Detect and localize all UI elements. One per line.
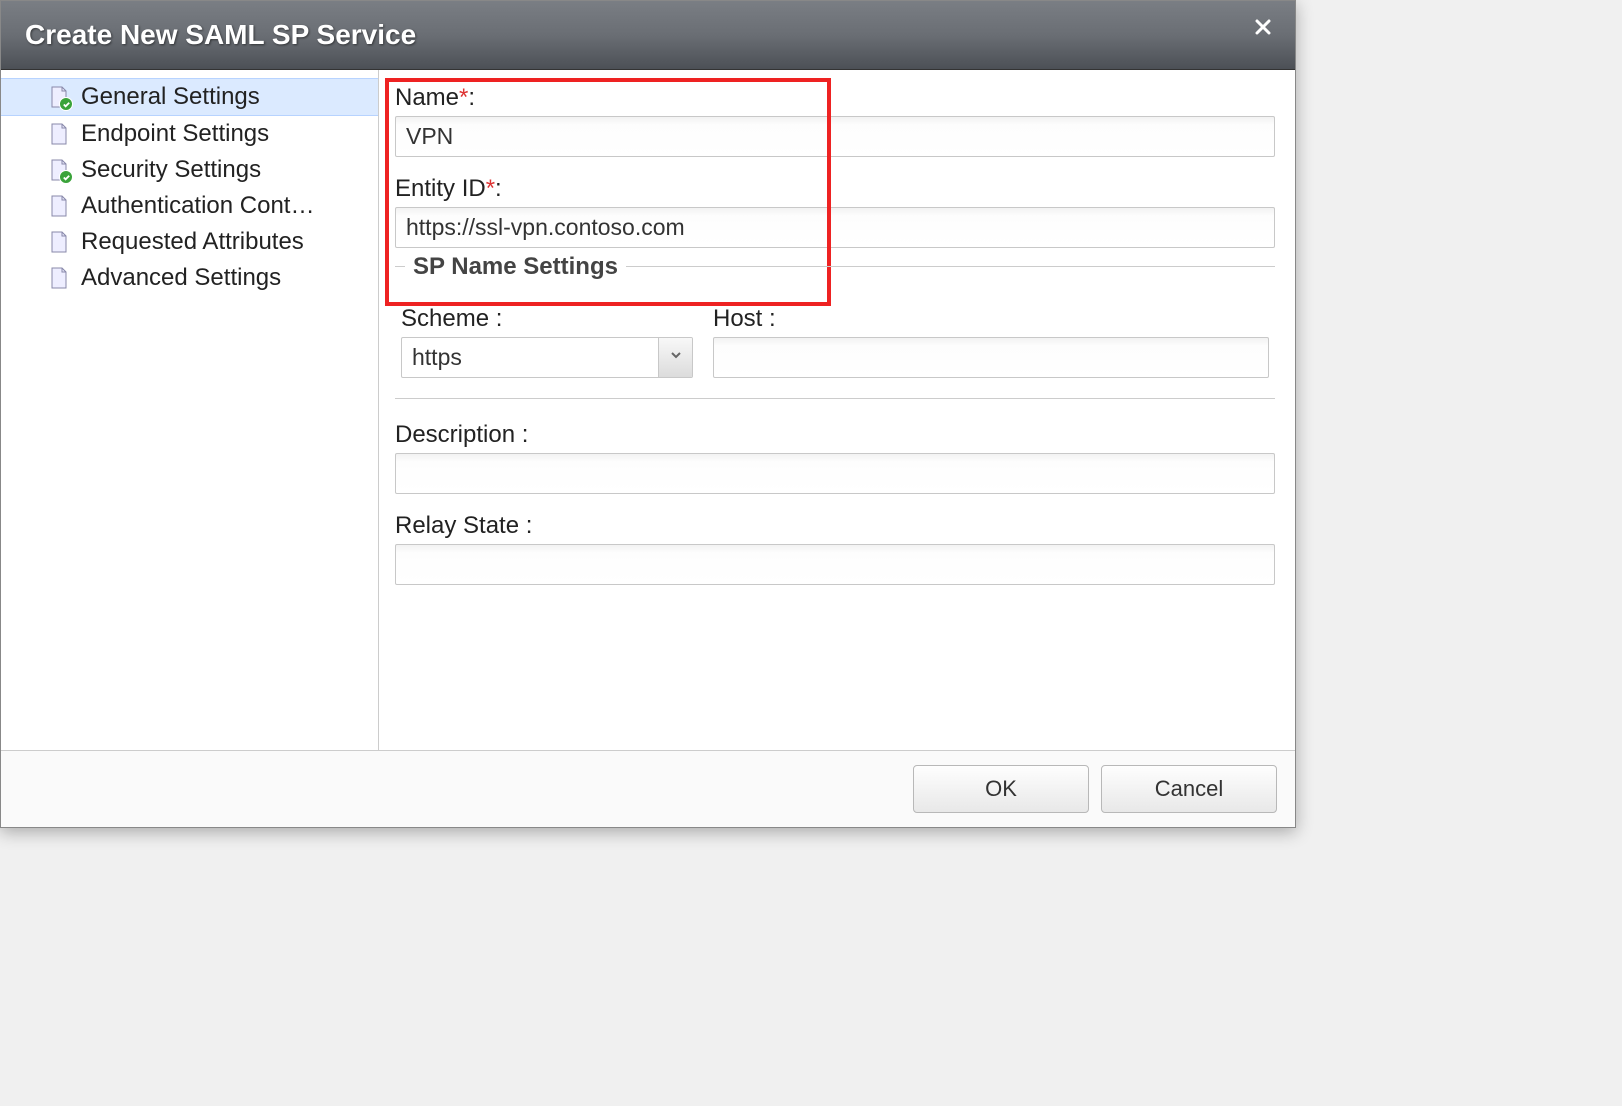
form-row-entity-id: Entity ID*: [395,175,1275,248]
entity-id-input[interactable] [395,207,1275,248]
sp-name-settings-fieldset: SP Name Settings Scheme : https [395,266,1275,399]
check-badge-icon [59,97,73,111]
label-text: Entity ID [395,175,486,202]
document-icon [47,266,71,290]
sidebar-item-authentication-context[interactable]: Authentication Cont… [1,188,378,224]
required-marker: * [486,175,495,202]
document-icon [47,85,71,109]
sidebar-item-label: Endpoint Settings [81,120,269,148]
dialog: Create New SAML SP Service General Setti… [0,0,1296,828]
form-row-description: Description : [395,421,1275,494]
document-icon [47,230,71,254]
relay-state-input[interactable] [395,544,1275,585]
dialog-title: Create New SAML SP Service [25,19,416,50]
dialog-header: Create New SAML SP Service [1,1,1295,70]
document-icon [47,194,71,218]
sidebar-item-label: Security Settings [81,156,261,184]
colon: : [495,175,502,202]
description-label: Description : [395,421,1275,449]
sidebar-item-label: Authentication Cont… [81,192,314,220]
sidebar-item-label: General Settings [81,83,260,111]
scheme-dropdown-button[interactable] [658,338,692,377]
sidebar-item-requested-attributes[interactable]: Requested Attributes [1,224,378,260]
ok-button[interactable]: OK [913,765,1089,813]
close-button[interactable] [1249,15,1277,43]
relay-state-label: Relay State : [395,512,1275,540]
label-text: Name [395,84,459,111]
description-input[interactable] [395,453,1275,494]
name-label: Name*: [395,84,1275,112]
scheme-label: Scheme : [401,305,693,333]
dialog-body: General Settings Endpoint Settings Secur… [1,70,1295,750]
form-row-relay-state: Relay State : [395,512,1275,585]
check-badge-icon [59,170,73,184]
host-column: Host : [713,305,1269,378]
sidebar-item-label: Advanced Settings [81,264,281,292]
sidebar-item-advanced-settings[interactable]: Advanced Settings [1,260,378,296]
main-panel: Name*: Entity ID*: SP Name Settings Sche… [379,70,1295,750]
scheme-value: https [402,338,658,377]
name-input[interactable] [395,116,1275,157]
required-marker: * [459,84,468,111]
sidebar-item-label: Requested Attributes [81,228,304,256]
sidebar-item-security-settings[interactable]: Security Settings [1,152,378,188]
fieldset-legend: SP Name Settings [405,253,626,281]
document-icon [47,158,71,182]
colon: : [468,84,475,111]
close-icon [1253,17,1273,42]
sidebar: General Settings Endpoint Settings Secur… [1,70,379,750]
document-icon [47,122,71,146]
sidebar-item-endpoint-settings[interactable]: Endpoint Settings [1,116,378,152]
form-row-name: Name*: [395,84,1275,157]
entity-id-label: Entity ID*: [395,175,1275,203]
sidebar-item-general-settings[interactable]: General Settings [1,78,378,116]
scheme-select[interactable]: https [401,337,693,378]
host-label: Host : [713,305,1269,333]
scheme-column: Scheme : https [401,305,693,378]
host-input[interactable] [713,337,1269,378]
cancel-button[interactable]: Cancel [1101,765,1277,813]
chevron-down-icon [669,348,683,367]
dialog-footer: OK Cancel [1,750,1295,827]
